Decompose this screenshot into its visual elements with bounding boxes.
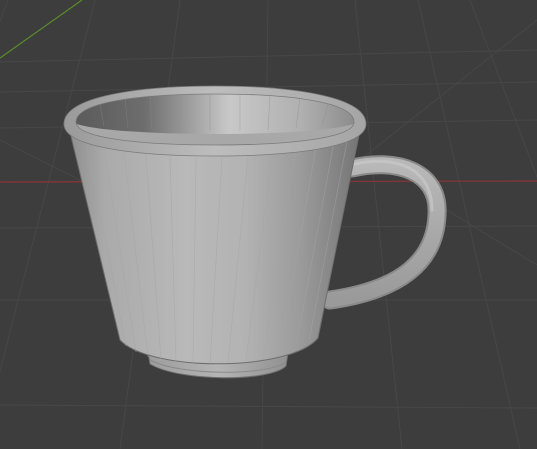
viewport-canvas[interactable] bbox=[0, 0, 537, 449]
3d-viewport[interactable] bbox=[0, 0, 537, 449]
